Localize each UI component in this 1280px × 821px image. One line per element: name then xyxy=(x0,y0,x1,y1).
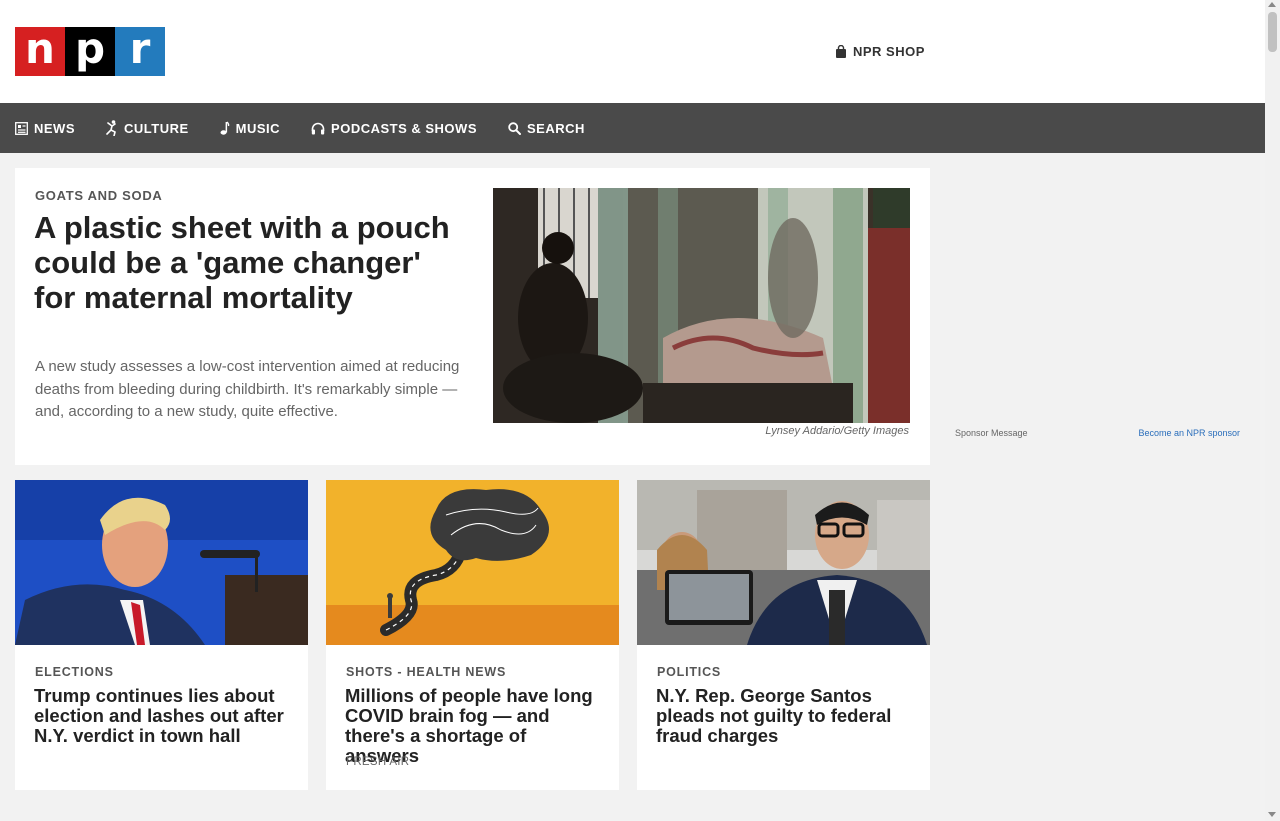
nav-item-news[interactable]: NEWS xyxy=(15,121,75,136)
headphones-icon xyxy=(311,122,325,134)
scroll-up-arrow-icon[interactable] xyxy=(1268,2,1276,7)
music-note-icon xyxy=(220,121,229,135)
story-card-slug[interactable]: ELECTIONS xyxy=(35,665,114,679)
nav-item-music[interactable]: MUSIC xyxy=(220,121,280,136)
lead-photo-credit: Lynsey Addario/Getty Images xyxy=(765,425,909,437)
lead-story-teaser[interactable]: A new study assesses a low-cost interven… xyxy=(35,356,460,424)
search-icon xyxy=(508,121,521,135)
newspaper-icon xyxy=(15,121,28,135)
scroll-down-arrow-icon[interactable] xyxy=(1268,812,1276,817)
logo-letter-r: r xyxy=(115,27,165,76)
lead-story-headline[interactable]: A plastic sheet with a pouch could be a … xyxy=(34,210,464,315)
story-card-headline[interactable]: Trump continues lies about election and … xyxy=(34,686,294,746)
npr-logo[interactable]: n p r xyxy=(15,27,165,76)
page-scrollbar[interactable] xyxy=(1265,0,1280,821)
nav-label-news: NEWS xyxy=(34,120,75,136)
story-card-slug[interactable]: SHOTS - HEALTH NEWS xyxy=(346,665,506,679)
dancer-icon xyxy=(106,120,116,136)
nav-label-search: SEARCH xyxy=(527,120,585,136)
nav-label-podcasts-shows: PODCASTS & SHOWS xyxy=(331,120,477,136)
logo-letter-p: p xyxy=(65,27,115,76)
become-sponsor-link[interactable]: Become an NPR sponsor xyxy=(1138,428,1240,438)
lead-story: GOATS AND SODA A plastic sheet with a po… xyxy=(15,168,930,465)
story-card-image[interactable] xyxy=(326,480,619,645)
shopping-bag-icon xyxy=(836,45,846,58)
story-card-slug[interactable]: POLITICS xyxy=(657,665,721,679)
nav-item-search[interactable]: SEARCH xyxy=(508,121,585,136)
story-card-source[interactable]: FRESH AIR xyxy=(346,756,409,768)
lead-story-slug[interactable]: GOATS AND SODA xyxy=(35,188,163,203)
npr-shop-label: NPR SHOP xyxy=(853,44,925,59)
lead-story-photo[interactable] xyxy=(493,188,910,423)
story-card-image[interactable] xyxy=(637,480,930,645)
site-header: n p r NPR SHOP xyxy=(0,0,1265,103)
nav-item-podcasts-shows[interactable]: PODCASTS & SHOWS xyxy=(311,121,477,136)
nav-label-music: MUSIC xyxy=(235,120,281,136)
logo-letter-n: n xyxy=(15,27,65,76)
nav-item-culture[interactable]: CULTURE xyxy=(106,120,189,136)
story-card-headline[interactable]: Millions of people have long COVID brain… xyxy=(345,686,605,766)
story-card-headline[interactable]: N.Y. Rep. George Santos pleads not guilt… xyxy=(656,686,916,746)
story-card: SHOTS - HEALTH NEWS Millions of people h… xyxy=(326,480,619,790)
story-card: POLITICS N.Y. Rep. George Santos pleads … xyxy=(637,480,930,790)
scrollbar-thumb[interactable] xyxy=(1268,12,1277,52)
npr-shop-link[interactable]: NPR SHOP xyxy=(835,44,925,59)
nav-label-culture: CULTURE xyxy=(124,120,189,136)
story-card-image[interactable] xyxy=(15,480,308,645)
main-nav: NEWS CULTURE MUSIC PODCASTS & SHOWS SEAR… xyxy=(0,103,1265,153)
sponsor-message: Sponsor Message Become an NPR sponsor xyxy=(955,428,1240,438)
sponsor-label: Sponsor Message xyxy=(955,428,1028,438)
story-card: ELECTIONS Trump continues lies about ele… xyxy=(15,480,308,790)
